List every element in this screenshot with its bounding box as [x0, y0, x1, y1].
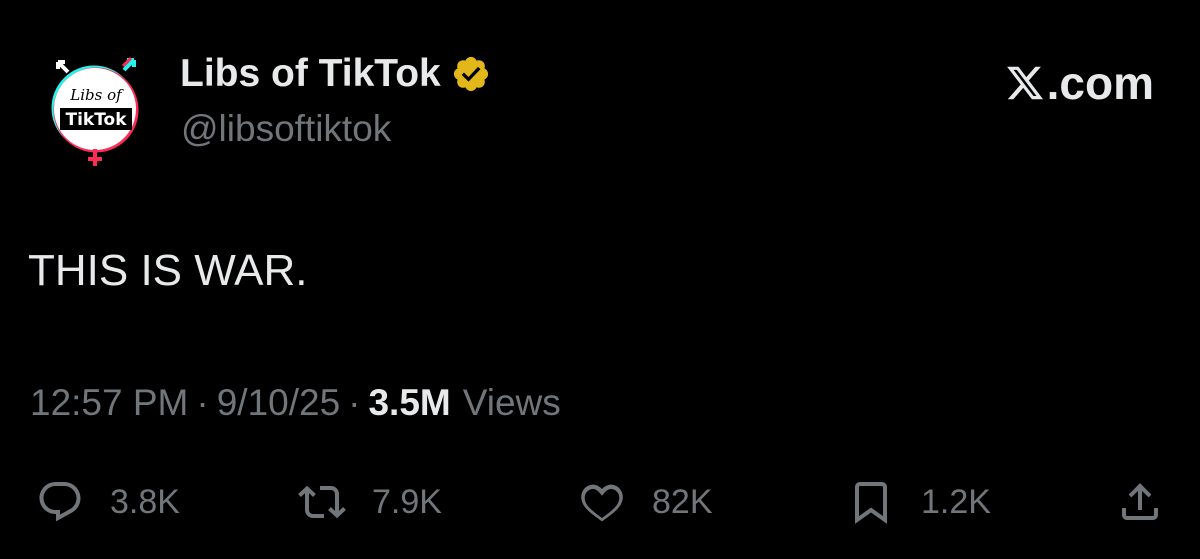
x-com-link[interactable]: .com [1005, 56, 1154, 110]
bookmark-count: 1.2K [921, 482, 991, 521]
tweet-time[interactable]: 12:57 PM [30, 382, 188, 424]
reply-icon [39, 482, 81, 522]
x-com-label: .com [1046, 57, 1154, 109]
tweet-date[interactable]: 9/10/25 [217, 382, 340, 424]
retweet-count: 7.9K [372, 482, 442, 521]
reply-button[interactable]: 3.8K [36, 470, 180, 534]
separator-dot: · [196, 382, 209, 423]
retweet-button[interactable]: 7.9K [298, 470, 442, 534]
svg-text:TikTok: TikTok [65, 110, 127, 130]
like-count: 82K [652, 482, 713, 521]
display-name-text: Libs of TikTok [180, 52, 441, 95]
x-logo-icon [1006, 66, 1043, 100]
action-bar: 3.8K 7.9K 82K 1.2K [0, 470, 1200, 534]
user-handle[interactable]: @libsoftiktok [181, 108, 391, 150]
bookmark-button[interactable]: 1.2K [847, 470, 991, 534]
svg-text:Libs of: Libs of [69, 86, 124, 104]
retweet-icon [298, 485, 346, 519]
tweet-meta: 12:57 PM · 9/10/25 · 3.5M Views [30, 382, 561, 424]
avatar[interactable]: Libs of TikTok [48, 52, 144, 168]
tweet-card: Libs of TikTok Libs of TikTok @libsoftik… [0, 0, 1200, 559]
display-name[interactable]: Libs of TikTok [180, 52, 491, 96]
views-count: 3.5M [368, 382, 451, 423]
views-label: Views [462, 382, 561, 423]
heart-icon [581, 484, 623, 522]
libs-of-tiktok-logo: Libs of TikTok [51, 56, 139, 166]
tweet-text: THIS IS WAR. [28, 246, 308, 295]
separator-dot: · [348, 382, 361, 423]
like-button[interactable]: 82K [578, 470, 713, 534]
verified-badge-icon [453, 56, 488, 92]
share-icon [1122, 483, 1158, 520]
reply-count: 3.8K [110, 482, 180, 521]
share-button[interactable] [1116, 470, 1164, 534]
bookmark-icon [855, 482, 887, 524]
